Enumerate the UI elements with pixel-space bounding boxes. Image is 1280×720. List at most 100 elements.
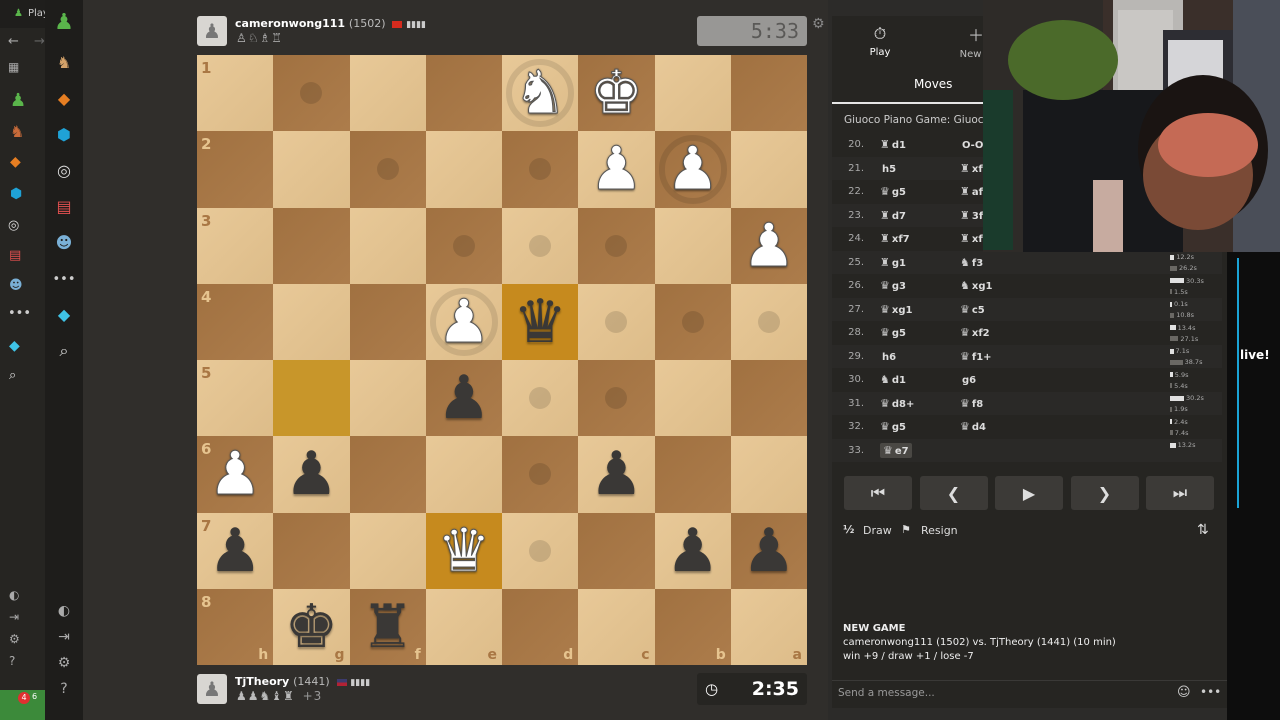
flip-board-icon[interactable]: ⇅ [1197, 522, 1209, 538]
square-f3[interactable] [349, 207, 426, 284]
square-d3[interactable] [502, 207, 579, 284]
black-move[interactable]: ♜ af [960, 185, 983, 198]
more-icon[interactable]: ••• [53, 268, 76, 290]
square-f7[interactable] [349, 512, 426, 589]
square-e1[interactable] [425, 55, 502, 132]
search-icon[interactable]: ⌕ [53, 340, 75, 362]
outer-lessons-icon[interactable]: ◆ [10, 154, 21, 170]
white-move[interactable]: h6 [880, 350, 896, 363]
square-e4[interactable]: ♟ [425, 283, 502, 360]
bottom-player-info[interactable]: TjTheory (1441) ▮▮▮▮ [235, 675, 370, 688]
square-e5[interactable]: ♟ [425, 360, 502, 437]
square-b3[interactable] [654, 207, 731, 284]
grid-icon[interactable]: ▦ [8, 60, 19, 74]
square-a5[interactable] [730, 360, 807, 437]
bottom-player-avatar[interactable]: ♟ [197, 674, 227, 704]
square-c3[interactable] [578, 207, 655, 284]
square-c5[interactable] [578, 360, 655, 437]
black-pawn[interactable]: ♟ [437, 368, 491, 428]
square-b1[interactable] [654, 55, 731, 132]
emoji-icon[interactable]: ☺ [1177, 685, 1191, 700]
black-rook[interactable]: ♜ [361, 597, 415, 657]
outer-help-icon[interactable]: ? [9, 654, 15, 668]
white-move[interactable]: ♜ g1 [880, 256, 906, 269]
black-move[interactable] [960, 444, 962, 457]
outer-pawn-icon[interactable]: ♟ [10, 90, 26, 111]
help-icon[interactable]: ? [53, 678, 75, 700]
outer-collapse-icon[interactable]: ⇥ [9, 610, 19, 624]
square-g2[interactable] [273, 131, 350, 208]
square-h3[interactable]: 3 [197, 207, 274, 284]
square-e2[interactable] [425, 131, 502, 208]
play-icon[interactable]: ♞ [53, 52, 75, 74]
chat-input[interactable]: Send a message... [838, 687, 935, 699]
square-c8[interactable]: c [578, 588, 655, 665]
black-move[interactable]: g6 [960, 373, 976, 386]
square-d8[interactable]: d [502, 588, 579, 665]
black-queen[interactable]: ♛ [513, 292, 567, 352]
draw-button[interactable]: Draw [863, 524, 892, 537]
outer-social-icon[interactable]: ☻ [9, 278, 23, 293]
square-e8[interactable]: e [425, 588, 502, 665]
square-d2[interactable] [502, 131, 579, 208]
theme-icon[interactable]: ◐ [53, 600, 75, 622]
top-player-name[interactable]: cameronwong111 [235, 17, 345, 30]
black-pawn[interactable]: ♟ [666, 521, 720, 581]
outer-search-icon[interactable]: ⌕ [9, 368, 16, 383]
square-h1[interactable]: 1 [197, 55, 274, 132]
square-a4[interactable] [730, 283, 807, 360]
collapse-icon[interactable]: ⇥ [53, 626, 75, 648]
white-move[interactable]: ♛ g5 [880, 420, 906, 433]
square-g4[interactable] [273, 283, 350, 360]
outer-news-icon[interactable]: ▤ [9, 248, 21, 263]
white-move[interactable]: ♛ g5 [880, 185, 906, 198]
watch-icon[interactable]: ◎ [53, 160, 75, 182]
white-move[interactable]: h5 [880, 162, 896, 175]
white-queen[interactable]: ♛ [436, 520, 491, 581]
white-move[interactable]: ♛ g3 [880, 279, 906, 292]
play-moves-button[interactable]: ▶ [995, 476, 1063, 510]
square-d1[interactable]: ♞ [502, 55, 579, 132]
square-a2[interactable] [730, 131, 807, 208]
square-h6[interactable]: 6 ♟ [197, 436, 274, 513]
social-icon[interactable]: ☻ [53, 232, 75, 254]
square-g7[interactable] [273, 512, 350, 589]
last-move-button[interactable]: ⏭ [1146, 476, 1214, 510]
square-h7[interactable]: 7 ♟ [197, 512, 274, 589]
black-move[interactable]: ♛ xf2 [960, 326, 990, 339]
top-player-avatar[interactable]: ♟ [197, 16, 227, 46]
square-b5[interactable] [654, 360, 731, 437]
square-c6[interactable]: ♟ [578, 436, 655, 513]
chat-more-icon[interactable]: ••• [1200, 685, 1221, 699]
black-pawn[interactable]: ♟ [284, 444, 338, 504]
outer-watch-icon[interactable]: ⬢ [10, 186, 22, 202]
white-move[interactable]: ♜ xf7 [880, 232, 910, 245]
square-g1[interactable] [273, 55, 350, 132]
square-f2[interactable] [349, 131, 426, 208]
square-g6[interactable]: ♟ [273, 436, 350, 513]
tab-play[interactable]: ⏱ Play [832, 16, 928, 66]
top-player-info[interactable]: cameronwong111 (1502) ▮▮▮▮ [235, 17, 426, 30]
square-f4[interactable] [349, 283, 426, 360]
white-move[interactable]: ♛ d8+ [880, 397, 914, 410]
square-a7[interactable]: ♟ [730, 512, 807, 589]
square-e6[interactable] [425, 436, 502, 513]
black-move[interactable]: ♛ f1+ [960, 350, 992, 363]
square-b7[interactable]: ♟ [654, 512, 731, 589]
square-f5[interactable] [349, 360, 426, 437]
bottom-player-name[interactable]: TjTheory [235, 675, 289, 688]
chess-logo-icon[interactable]: ♟ [53, 12, 75, 34]
black-move[interactable]: ♛ c5 [960, 303, 985, 316]
next-move-button[interactable]: ❯ [1070, 476, 1139, 510]
black-pawn[interactable]: ♟ [589, 444, 643, 504]
board-settings-icon[interactable]: ⚙ [812, 16, 825, 32]
black-move[interactable]: ♜ 3f [960, 209, 983, 222]
white-pawn[interactable]: ♟ [741, 215, 796, 276]
forward-arrow-icon[interactable]: → [34, 34, 45, 49]
square-g8[interactable]: g ♚ [273, 588, 350, 665]
learn-icon[interactable]: ⬢ [53, 124, 75, 146]
square-b8[interactable]: b [654, 588, 731, 665]
black-move[interactable]: ♛ f8 [960, 397, 983, 410]
opening-name[interactable]: Giuoco Piano Game: Giuoco Pi [844, 114, 1002, 126]
square-a8[interactable]: a [730, 588, 807, 665]
